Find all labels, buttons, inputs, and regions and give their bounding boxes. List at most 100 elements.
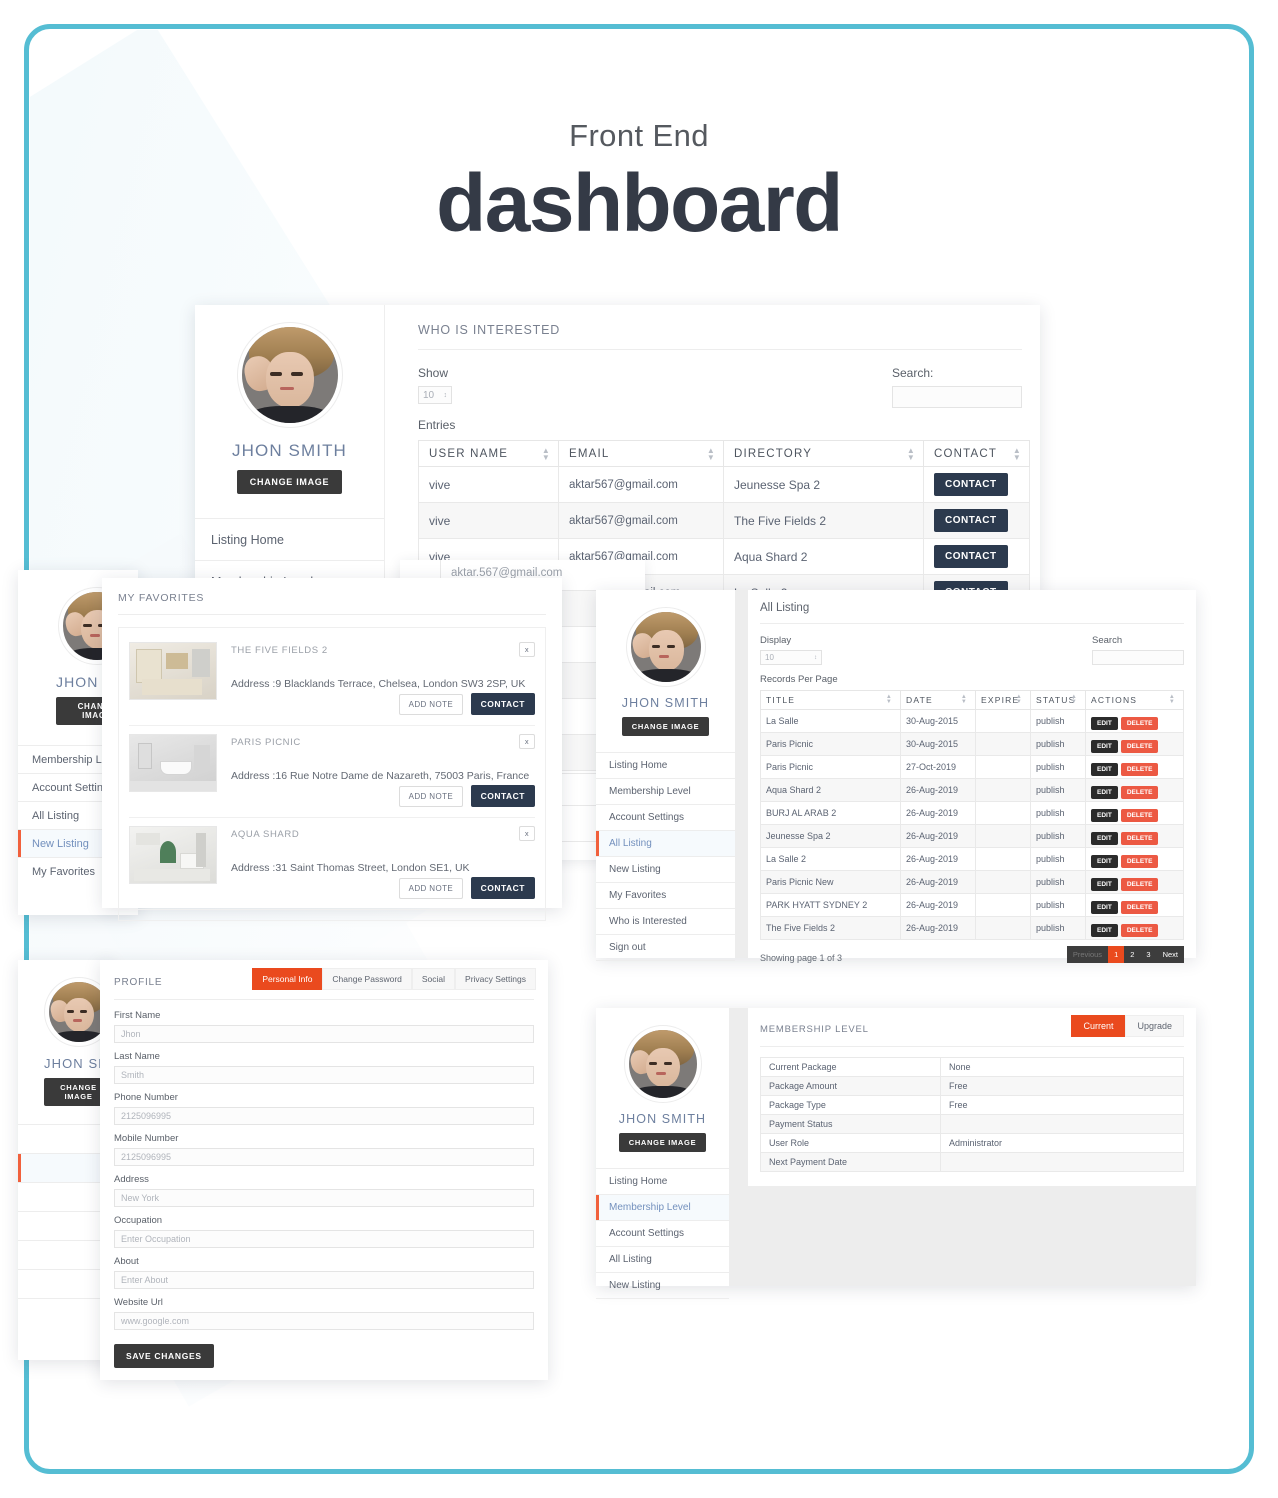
sidebar-item-label: Listing Home (609, 760, 668, 771)
add-note-button[interactable]: ADD NOTE (398, 694, 464, 715)
edit-button[interactable]: EDIT (1091, 740, 1118, 753)
pagination-previous[interactable]: Previous (1066, 946, 1109, 963)
col-email[interactable]: EMAIL ▲ ▼ (558, 440, 724, 467)
delete-button[interactable]: DELETE (1120, 809, 1159, 822)
save-changes-button[interactable]: SAVE CHANGES (114, 1344, 214, 1368)
field-input[interactable]: 2125096995 (114, 1107, 534, 1125)
delete-button[interactable]: DELETE (1120, 717, 1159, 730)
edit-button[interactable]: EDIT (1091, 924, 1118, 937)
contact-button[interactable]: CONTACT (934, 545, 1008, 568)
add-note-button[interactable]: ADD NOTE (398, 878, 464, 899)
contact-button[interactable]: CONTACT (470, 877, 535, 899)
col-user-name[interactable]: USER NAME ▲ ▼ (418, 440, 559, 467)
col-title[interactable]: TITLE ▲ ▼ (760, 690, 901, 710)
sidebar-item-listing-home[interactable]: Listing Home (195, 518, 384, 560)
sidebar-item-sign-out[interactable]: Sign out (596, 934, 735, 960)
sidebar-item-listing-home[interactable]: Listing Home (596, 1168, 729, 1194)
sidebar-item[interactable] (18, 1240, 113, 1269)
sidebar-item[interactable] (18, 1269, 113, 1298)
avatar[interactable] (237, 323, 342, 427)
edit-button[interactable]: EDIT (1091, 786, 1118, 799)
sidebar-item-who-is-interested[interactable]: Who is Interested (596, 908, 735, 934)
delete-button[interactable]: DELETE (1120, 924, 1159, 937)
sidebar-item[interactable] (18, 1182, 113, 1211)
sidebar-item-new-listing[interactable]: New Listing (596, 1272, 729, 1298)
col-status[interactable]: STATUS ▲ ▼ (1030, 690, 1086, 710)
sidebar-item-membership-level[interactable]: Membership Level (596, 778, 735, 804)
delete-button[interactable]: DELETE (1120, 901, 1159, 914)
col-date[interactable]: DATE ▲ ▼ (900, 690, 976, 710)
pagination-page-2[interactable]: 2 (1124, 946, 1141, 963)
favorite-title[interactable]: AQUA SHARD (231, 826, 535, 840)
sidebar-item-account-settings[interactable]: Account Settings (596, 804, 735, 830)
edit-button[interactable]: EDIT (1091, 832, 1118, 845)
delete-button[interactable]: DELETE (1120, 786, 1159, 799)
sidebar-item-all-listing[interactable]: All Listing (596, 830, 735, 856)
display-select[interactable]: 10 ↕ (760, 650, 822, 665)
contact-button[interactable]: CONTACT (470, 785, 535, 807)
delete-button[interactable]: DELETE (1120, 763, 1159, 776)
avatar[interactable] (624, 1026, 701, 1102)
panel-title: MEMBERSHIP LEVEL (760, 1024, 869, 1035)
edit-button[interactable]: EDIT (1091, 763, 1118, 776)
field-input[interactable]: 2125096995 (114, 1148, 534, 1166)
sidebar-item[interactable] (18, 1211, 113, 1240)
listing-thumbnail[interactable] (129, 642, 217, 700)
pagination-next[interactable]: Next (1156, 946, 1184, 963)
change-image-button[interactable]: CHANGE IMAGE (621, 717, 710, 736)
field-input[interactable]: Jhon (114, 1025, 534, 1043)
tab-current[interactable]: Current (1071, 1015, 1126, 1037)
sidebar-item-membership-level[interactable]: Membership Level (596, 1194, 729, 1220)
field-input[interactable]: New York (114, 1189, 534, 1207)
sidebar-item-active[interactable] (18, 1153, 113, 1182)
edit-button[interactable]: EDIT (1091, 901, 1118, 914)
edit-button[interactable]: EDIT (1091, 717, 1118, 730)
show-entries-select[interactable]: 10 ↕ (418, 386, 452, 404)
listing-thumbnail[interactable] (129, 826, 217, 884)
col-actions[interactable]: ACTIONS ▲ ▼ (1085, 690, 1184, 710)
favorite-title[interactable]: THE FIVE FIELDS 2 (231, 642, 535, 656)
avatar[interactable] (626, 608, 705, 686)
delete-button[interactable]: DELETE (1120, 832, 1159, 845)
remove-favorite-button[interactable]: x (518, 642, 535, 657)
field-input[interactable]: Smith (114, 1066, 534, 1084)
remove-favorite-button[interactable]: x (518, 826, 535, 841)
field-input[interactable]: www.google.com (114, 1312, 534, 1330)
search-input[interactable] (1092, 650, 1184, 665)
tab-change-password[interactable]: Change Password (322, 968, 412, 990)
field-input[interactable]: Enter About (114, 1271, 534, 1289)
edit-button[interactable]: EDIT (1091, 809, 1118, 822)
edit-button[interactable]: EDIT (1091, 878, 1118, 891)
tab-personal-info[interactable]: Personal Info (252, 968, 323, 990)
tab-upgrade[interactable]: Upgrade (1125, 1015, 1184, 1037)
add-note-button[interactable]: ADD NOTE (398, 786, 464, 807)
contact-button[interactable]: CONTACT (934, 509, 1008, 532)
sidebar-item-all-listing[interactable]: All Listing (596, 1246, 729, 1272)
listing-thumbnail[interactable] (129, 734, 217, 792)
sidebar-item-account-settings[interactable]: Account Settings (596, 1220, 729, 1246)
edit-button[interactable]: EDIT (1091, 855, 1118, 868)
field-input[interactable]: Enter Occupation (114, 1230, 534, 1248)
change-image-button[interactable]: CHANGE IMAGE (618, 1133, 707, 1152)
search-input[interactable] (892, 386, 1022, 408)
delete-button[interactable]: DELETE (1120, 740, 1159, 753)
contact-button[interactable]: CONTACT (934, 473, 1008, 496)
col-directory[interactable]: DIRECTORY ▲ ▼ (723, 440, 924, 467)
pagination-page-3[interactable]: 3 (1140, 946, 1157, 963)
favorite-title[interactable]: PARIS PICNIC (231, 734, 535, 748)
col-contact[interactable]: CONTACT ▲ ▼ (923, 440, 1030, 467)
sidebar-item-new-listing[interactable]: New Listing (596, 856, 735, 882)
remove-favorite-button[interactable]: x (518, 734, 535, 749)
sidebar-item-listing-home[interactable]: Listing Home (596, 752, 735, 778)
delete-button[interactable]: DELETE (1120, 878, 1159, 891)
tab-privacy-settings[interactable]: Privacy Settings (455, 968, 536, 990)
pagination-page-1[interactable]: 1 (1108, 946, 1125, 963)
tab-social[interactable]: Social (411, 968, 456, 990)
contact-button[interactable]: CONTACT (470, 693, 535, 715)
sidebar-item[interactable] (18, 1124, 113, 1153)
col-expire[interactable]: EXPIRE ▲ ▼ (975, 690, 1031, 710)
delete-button[interactable]: DELETE (1120, 855, 1159, 868)
sidebar-item[interactable] (18, 1298, 113, 1327)
sidebar-item-my-favorites[interactable]: My Favorites (596, 882, 735, 908)
change-image-button[interactable]: CHANGE IMAGE (236, 470, 343, 494)
